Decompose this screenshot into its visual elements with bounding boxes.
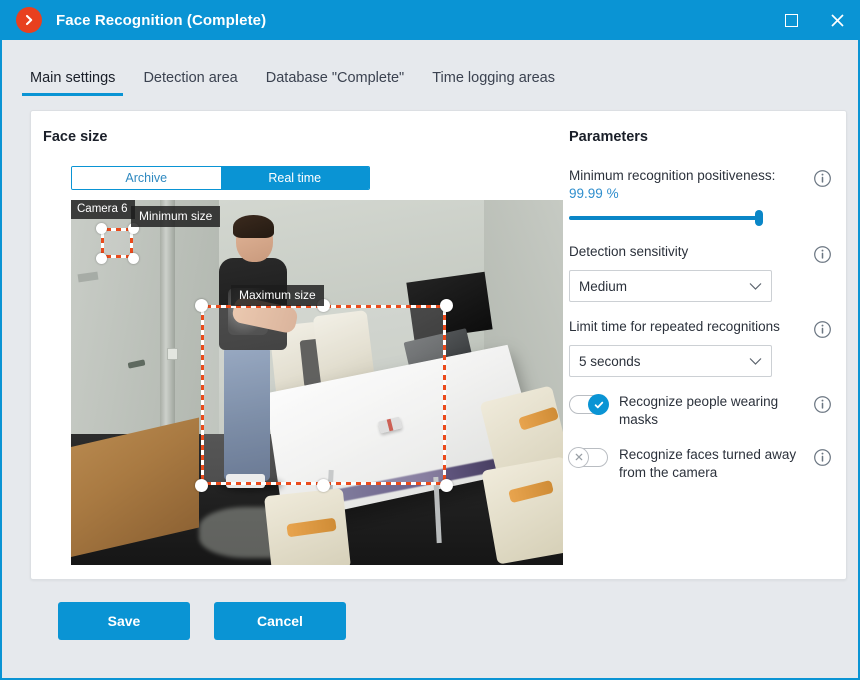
tab-main-settings[interactable]: Main settings	[20, 70, 125, 96]
resize-handle-bottom-left[interactable]	[95, 252, 107, 264]
resize-handle-bottom-left[interactable]	[194, 478, 208, 492]
detection-sensitivity-label: Detection sensitivity	[569, 244, 689, 260]
info-icon[interactable]	[813, 395, 832, 414]
positiveness-unit: %	[606, 186, 619, 202]
maximize-button[interactable]	[768, 0, 814, 40]
turned-away-toggle-row: Recognize faces turned away from the cam…	[568, 446, 832, 495]
source-mode-segmented-control: Archive Real time	[71, 166, 370, 190]
tab-database-complete[interactable]: Database "Complete"	[256, 70, 414, 96]
maximize-icon	[784, 13, 798, 27]
positiveness-label: Minimum recognition positiveness:	[569, 168, 776, 183]
masks-toggle-row: Recognize people wearing masks	[569, 393, 832, 442]
resize-handle-top-right[interactable]	[439, 298, 453, 312]
window-title: Face Recognition (Complete)	[56, 11, 267, 29]
footer-actions: Save Cancel	[30, 580, 845, 640]
chevron-right-circle-icon	[16, 7, 42, 33]
resize-handle-bottom-right[interactable]	[127, 252, 139, 264]
limit-time-row: Limit time for repeated recognitions	[569, 318, 832, 339]
chevron-down-icon	[749, 357, 762, 365]
scene-person-hair	[233, 214, 274, 239]
info-icon[interactable]	[813, 169, 832, 188]
cancel-button[interactable]: Cancel	[214, 602, 346, 640]
face-size-panel: Face size Archive Real time Camera 6 Min…	[31, 111, 563, 579]
positiveness-slider[interactable]	[569, 209, 763, 227]
tab-bar: Main settings Detection area Database "C…	[2, 40, 858, 96]
title-bar: Face Recognition (Complete)	[0, 0, 860, 40]
x-icon	[575, 453, 582, 461]
segment-real-time[interactable]: Real time	[220, 167, 369, 189]
camera-preview[interactable]: Camera 6 Minimum size Maximum size	[71, 200, 563, 565]
close-icon	[830, 13, 844, 27]
settings-card: Face size Archive Real time Camera 6 Min…	[30, 110, 847, 580]
recognize-turned-away-toggle[interactable]	[568, 446, 608, 468]
detection-sensitivity-select[interactable]: Medium	[569, 270, 772, 303]
positiveness-value: 99.99 %	[569, 186, 803, 201]
save-button[interactable]: Save	[58, 602, 190, 640]
segment-archive[interactable]: Archive	[72, 167, 221, 189]
toggle-knob	[588, 394, 609, 416]
recognize-masks-toggle[interactable]	[569, 394, 609, 416]
camera-name-label: Camera 6	[71, 200, 135, 219]
resize-handle-top-left[interactable]	[194, 298, 208, 312]
maximum-size-box[interactable]	[194, 298, 453, 492]
resize-handle-bottom-right[interactable]	[439, 478, 453, 492]
maximum-size-label: Maximum size	[231, 285, 324, 306]
parameters-title: Parameters	[569, 129, 648, 145]
slider-thumb[interactable]	[755, 210, 763, 227]
limit-time-label: Limit time for repeated recognitions	[569, 319, 780, 335]
minimum-size-label: Minimum size	[131, 206, 221, 227]
check-icon	[594, 401, 603, 409]
toggle-knob	[568, 446, 589, 468]
scene-wall-switch	[167, 347, 179, 361]
tab-detection-area[interactable]: Detection area	[133, 70, 247, 96]
positiveness-row: Minimum recognition positiveness: 99.99 …	[569, 167, 832, 201]
parameters-panel: Parameters Minimum recognition positiven…	[561, 111, 846, 579]
recognize-turned-away-label: Recognize faces turned away from the cam…	[619, 446, 797, 480]
resize-handle-bottom-center[interactable]	[317, 478, 330, 492]
resize-handle-top-left[interactable]	[95, 222, 107, 234]
face-size-title: Face size	[43, 129, 108, 145]
minimum-size-box[interactable]	[95, 222, 139, 264]
limit-time-select[interactable]: 5 seconds	[569, 345, 772, 378]
detection-sensitivity-row: Detection sensitivity	[569, 243, 832, 264]
recognize-masks-label: Recognize people wearing masks	[619, 394, 779, 428]
info-icon[interactable]	[813, 448, 832, 467]
slider-fill	[569, 216, 763, 221]
positiveness-number: 99.99	[569, 186, 603, 202]
close-button[interactable]	[814, 0, 860, 40]
tab-time-logging-areas[interactable]: Time logging areas	[422, 70, 565, 96]
app-window: Face Recognition (Complete) Main setting…	[0, 0, 860, 680]
window-controls	[768, 0, 860, 40]
info-icon[interactable]	[813, 245, 832, 264]
content-area: Face size Archive Real time Camera 6 Min…	[2, 96, 858, 678]
info-icon[interactable]	[813, 320, 832, 339]
detection-sensitivity-value: Medium	[579, 278, 628, 294]
chevron-down-icon	[749, 282, 762, 290]
limit-time-value: 5 seconds	[579, 353, 641, 369]
